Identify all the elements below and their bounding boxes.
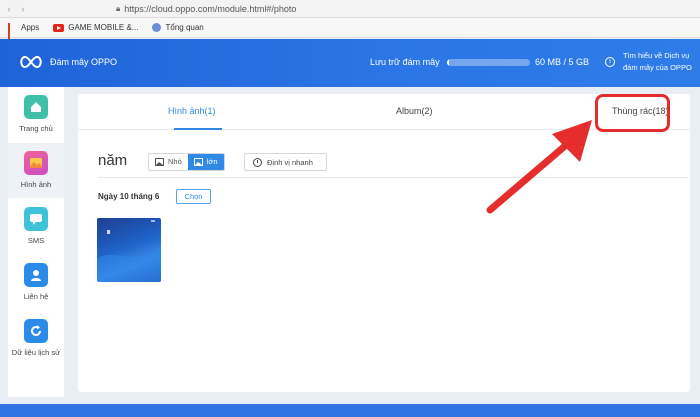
- learn-more-link[interactable]: Tìm hiểu về Dịch vụ đám mây của OPPO: [623, 50, 692, 74]
- storage-progress-bar: [447, 59, 530, 66]
- footer-bar: [0, 404, 700, 417]
- small-size-label: Nhỏ: [168, 157, 182, 166]
- photo-icon: [24, 151, 48, 175]
- bookmark-site-icon: [152, 23, 162, 32]
- bookmark-tong-quan[interactable]: Tổng quan: [152, 23, 204, 32]
- sidebar-item-label: Dữ liệu lịch sử: [11, 348, 61, 357]
- sidebar: Trang chủ Hình ảnh SMS Liên hệ Dữ liệu l…: [8, 87, 64, 397]
- sidebar-item-label: Hình ảnh: [20, 180, 52, 189]
- sidebar-item-label: Liên hệ: [23, 292, 49, 301]
- bookmark-apps[interactable]: Apps: [8, 23, 40, 41]
- apps-grid-icon: [8, 23, 17, 41]
- refresh-icon: [24, 319, 48, 343]
- quick-locate-button[interactable]: Định vị nhanh: [244, 153, 327, 171]
- sidebar-item-label: Trang chủ: [19, 124, 53, 133]
- sidebar-item-sms[interactable]: SMS: [8, 199, 64, 254]
- date-group-label: Ngày 10 tháng 6: [98, 192, 160, 201]
- oppo-cloud-logo[interactable]: [18, 54, 44, 70]
- sidebar-item-history[interactable]: Dữ liệu lịch sử: [8, 311, 64, 366]
- large-size-option[interactable]: lớn: [187, 154, 224, 170]
- back-icon[interactable]: ‹: [4, 4, 14, 14]
- youtube-icon: [53, 23, 65, 32]
- contact-icon: [24, 263, 48, 287]
- select-button[interactable]: Chọn: [176, 189, 211, 204]
- sidebar-item-home[interactable]: Trang chủ: [8, 87, 64, 142]
- thumbnail-size-toggle: Nhỏ lớn: [148, 153, 225, 171]
- quick-locate-label: Định vị nhanh: [267, 157, 313, 167]
- storage-value: 60 MB / 5 GB: [535, 57, 590, 67]
- learn-more-line2: đám mây của OPPO: [623, 63, 692, 72]
- photo-thumbnail[interactable]: [97, 218, 161, 282]
- sidebar-item-label: SMS: [27, 236, 45, 245]
- bookmark-game-mobile[interactable]: GAME MOBILE &...: [53, 23, 138, 32]
- bookmark-label: Apps: [21, 23, 40, 32]
- image-icon: [193, 158, 203, 166]
- browser-address-bar[interactable]: ‹ › 🔒︎ https://cloud.oppo.com/module.htm…: [0, 0, 700, 18]
- storage-label: Lưu trữ đám mây: [370, 57, 440, 67]
- info-icon[interactable]: i: [605, 57, 615, 67]
- learn-more-line1: Tìm hiểu về Dịch vụ: [623, 51, 690, 60]
- tab-photos[interactable]: Hình ảnh(1): [168, 106, 216, 116]
- storage-progress-fill: [447, 59, 449, 66]
- forward-icon[interactable]: ›: [18, 4, 28, 14]
- small-size-option[interactable]: Nhỏ: [149, 154, 188, 170]
- brand-name: Đám mây OPPO: [50, 57, 118, 67]
- annotation-arrow-icon: [486, 120, 592, 214]
- url-text[interactable]: https://cloud.oppo.com/module.html#/phot…: [124, 4, 296, 14]
- year-label: năm: [98, 152, 128, 169]
- clock-icon: [253, 157, 262, 167]
- image-icon: [155, 158, 164, 166]
- tab-album[interactable]: Album(2): [396, 106, 433, 116]
- sms-icon: [24, 207, 48, 231]
- app-header: Đám mây OPPO Lưu trữ đám mây 60 MB / 5 G…: [0, 39, 700, 87]
- bookmark-label: GAME MOBILE &...: [68, 23, 139, 32]
- bookmarks-bar: Apps GAME MOBILE &... Tổng quan: [0, 18, 700, 41]
- lock-icon: 🔒︎: [116, 3, 121, 13]
- sidebar-item-photos[interactable]: Hình ảnh: [8, 143, 64, 198]
- large-size-label: lớn: [206, 157, 218, 166]
- active-tab-indicator: [174, 128, 222, 130]
- home-icon: [24, 95, 48, 119]
- bookmark-label: Tổng quan: [165, 23, 204, 32]
- sidebar-item-contacts[interactable]: Liên hệ: [8, 255, 64, 310]
